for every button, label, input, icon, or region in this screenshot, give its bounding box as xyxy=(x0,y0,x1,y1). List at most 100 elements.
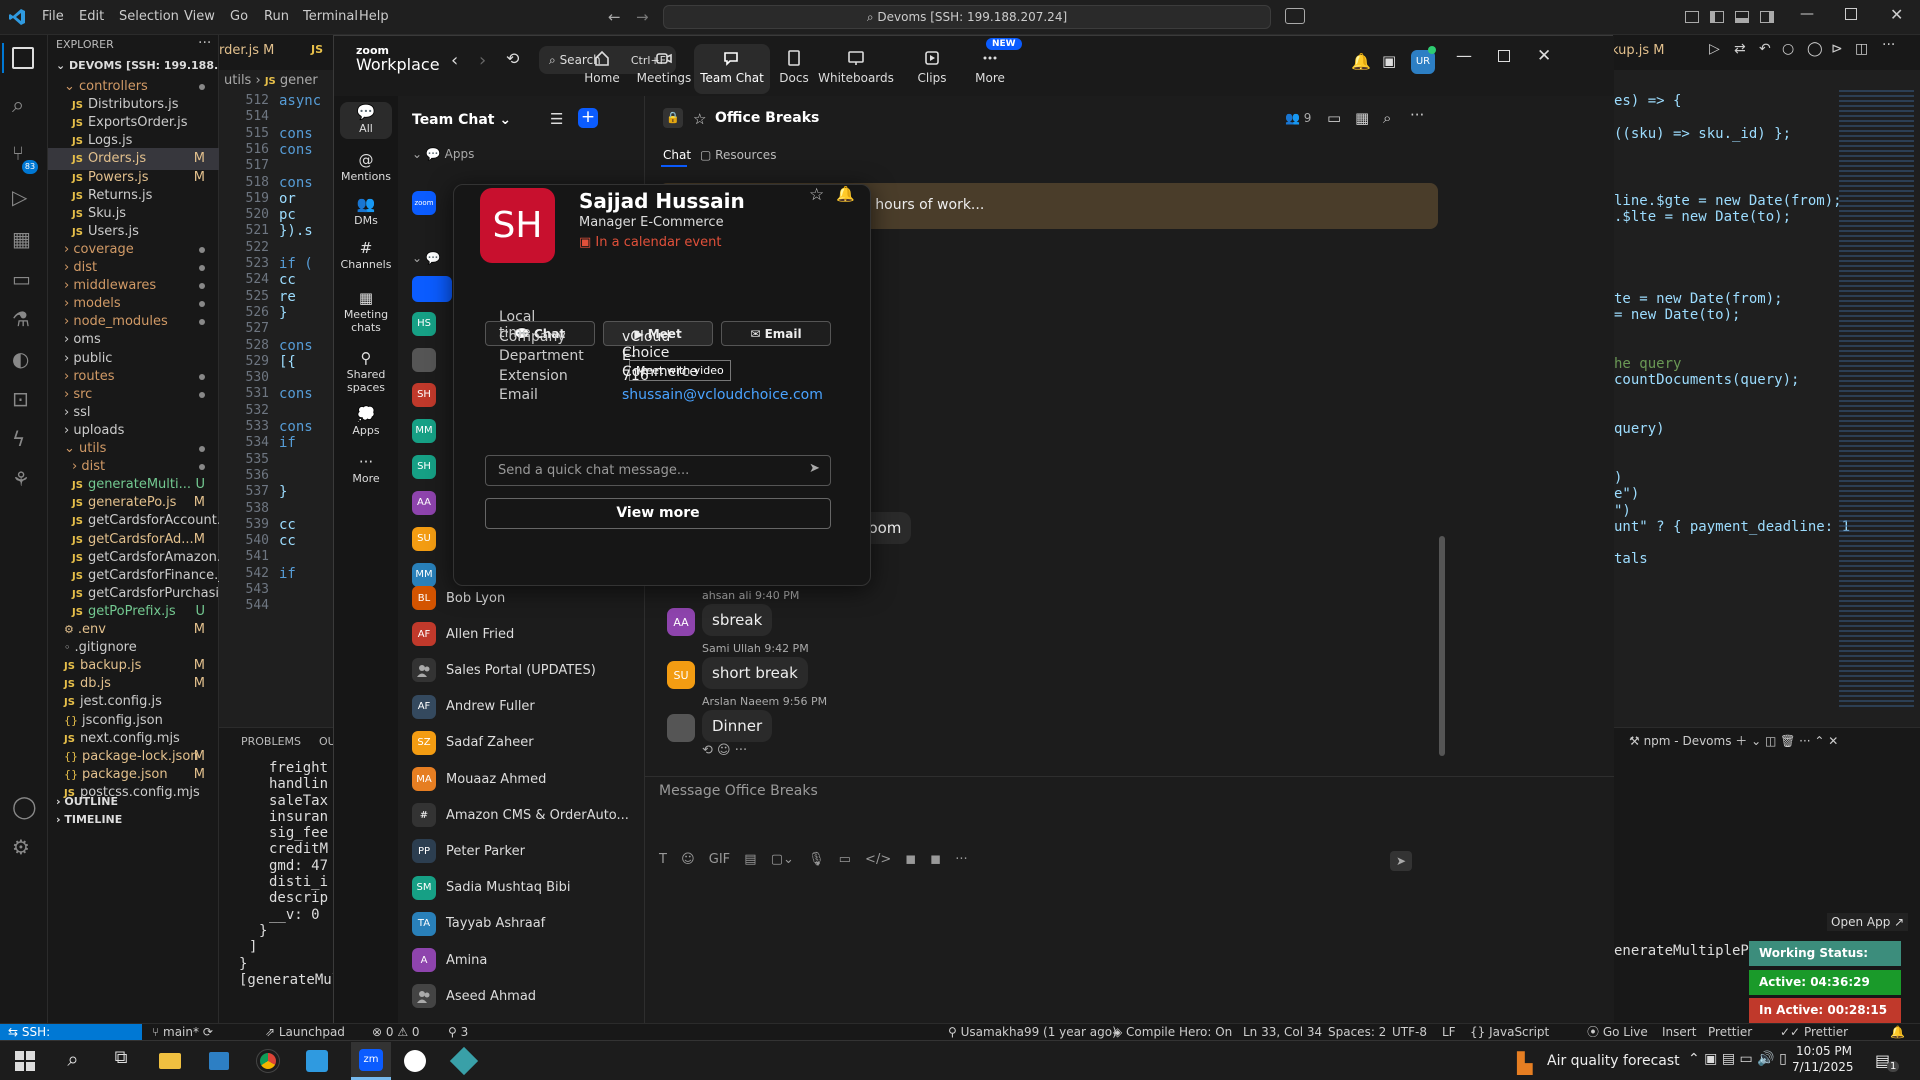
avatar[interactable]: HS xyxy=(412,312,436,336)
launchpad-button[interactable]: ⇗ Launchpad xyxy=(265,1024,345,1040)
channel-row[interactable]: A Amina xyxy=(412,943,487,977)
apps-section-header[interactable]: ⌄ 💬 Apps xyxy=(412,147,474,161)
editor-tab-right[interactable]: kup.js M xyxy=(1611,43,1665,58)
rail-more[interactable]: ··· More xyxy=(340,455,392,486)
close-window-button[interactable]: ✕ xyxy=(1890,5,1903,24)
app-icon[interactable] xyxy=(400,1047,430,1075)
sender-avatar[interactable]: AA xyxy=(667,608,695,636)
zoom-tab-meetings[interactable]: Meetings xyxy=(626,44,702,94)
minimize-button[interactable]: — xyxy=(1800,6,1814,22)
avatar[interactable]: SH xyxy=(412,455,436,479)
problems-indicator[interactable]: ⊗ 0 ⚠ 0 xyxy=(372,1024,420,1040)
sender-photo-avatar[interactable] xyxy=(667,714,695,742)
notifications-bell-icon[interactable]: 🔔 xyxy=(1890,1024,1905,1040)
search-icon[interactable]: ⌕ xyxy=(1383,109,1391,127)
insert-mode[interactable]: Insert xyxy=(1662,1024,1696,1040)
indentation[interactable]: Spaces: 2 xyxy=(1328,1024,1386,1040)
open-app-link[interactable]: Open App ↗ xyxy=(1827,913,1909,931)
prettier-status-2[interactable]: ✓✓ Prettier xyxy=(1780,1024,1848,1040)
selected-channel-highlight[interactable] xyxy=(412,276,452,302)
extensions-icon[interactable]: ▦ xyxy=(12,227,31,251)
message-bubble[interactable]: short break xyxy=(702,657,808,689)
notification-bell-icon[interactable]: 🔔 xyxy=(1351,52,1371,71)
rail-apps[interactable]: 💭 Apps xyxy=(340,407,392,438)
back-arrow-icon[interactable]: ← xyxy=(608,8,621,26)
next-change-icon[interactable]: ⊳ xyxy=(1831,41,1843,57)
chat-scrollbar[interactable] xyxy=(1439,536,1445,756)
channel-row[interactable]: SZ Sadaf Zaheer xyxy=(412,726,534,760)
composer-toolbar[interactable]: T ☺ GIF ▤ ▢⌄ 🎙 ▭ </> ◼ ◼ ··· xyxy=(659,852,968,867)
rail-dms[interactable]: 👥 DMs xyxy=(340,197,392,228)
channel-row[interactable]: Aseed Ahmad xyxy=(412,979,536,1013)
weather-text[interactable]: Air quality forecast xyxy=(1547,1053,1680,1069)
rail-meeting-chats[interactable]: ▦ Meeting chats xyxy=(340,291,392,335)
message-bubble[interactable]: sbreak xyxy=(702,604,773,636)
forward-nav-icon[interactable]: › xyxy=(479,50,486,71)
explorer-more-icon[interactable]: ··· xyxy=(198,35,211,51)
avatar[interactable]: SU xyxy=(412,527,436,551)
zoom-tab-whiteboards[interactable]: Whiteboards xyxy=(818,44,894,94)
menu-edit[interactable]: Edit xyxy=(79,9,104,24)
code-right-column[interactable]: es) => {((sku) => sku._id) }; line.$gte =… xyxy=(1614,93,1864,743)
resources-subtab[interactable]: ▢ Resources xyxy=(700,148,776,162)
run-icon[interactable]: ▷ xyxy=(1709,41,1720,57)
dm-section-header[interactable]: ⌄ 💬 xyxy=(412,251,441,265)
circle-icon[interactable]: ○ xyxy=(1782,41,1794,57)
branch-indicator[interactable]: ⑂ main* ⟳ xyxy=(152,1024,213,1040)
zoom-tab-more[interactable]: More xyxy=(952,44,1028,94)
channel-row[interactable]: TA Tayyab Ashraaf xyxy=(412,907,545,941)
view-more-button[interactable]: View more xyxy=(485,498,831,529)
split-editor-icon[interactable]: ◫ xyxy=(1855,41,1868,57)
forward-arrow-icon[interactable]: → xyxy=(636,8,649,26)
run-debug-icon[interactable]: ▷ xyxy=(12,185,27,209)
more-actions-icon[interactable]: ··· xyxy=(1882,37,1895,53)
prettier-status[interactable]: Prettier xyxy=(1708,1024,1752,1040)
calendar-icon[interactable]: ▦ xyxy=(1355,109,1369,127)
compile-hero[interactable]: ◈ Compile Hero: On xyxy=(1113,1024,1232,1040)
go-live-button[interactable]: ⦿ Go Live xyxy=(1587,1024,1648,1040)
menu-help[interactable]: Help xyxy=(359,9,389,24)
thunder-client-icon[interactable]: ϟ xyxy=(12,427,25,451)
python-icon[interactable]: ⚘ xyxy=(12,467,30,491)
compare-icon[interactable]: ⇄ xyxy=(1734,41,1746,57)
star-icon[interactable]: ☆ xyxy=(693,110,706,128)
video-call-icon[interactable]: ▭ xyxy=(1327,109,1341,127)
remote-explorer-icon[interactable]: ▭ xyxy=(12,267,31,291)
restore-button[interactable] xyxy=(1845,8,1857,20)
windows-start-icon[interactable] xyxy=(10,1047,40,1075)
editor-tab[interactable]: JS xyxy=(311,43,323,56)
toggle-panel-icon[interactable] xyxy=(1735,11,1749,23)
sender-avatar[interactable]: SU xyxy=(667,661,695,689)
breadcrumb-folder[interactable]: utils xyxy=(224,73,251,88)
task-view-icon[interactable]: ⧉ xyxy=(106,1047,136,1075)
avatar[interactable]: SH xyxy=(412,383,436,407)
cursor-position[interactable]: Ln 33, Col 34 xyxy=(1243,1024,1322,1040)
revert-icon[interactable]: ↶ xyxy=(1759,41,1771,57)
calendar-icon[interactable]: ▣ xyxy=(1382,52,1396,70)
search-icon[interactable]: ⌕ xyxy=(58,1047,88,1075)
menu-run[interactable]: Run xyxy=(264,9,289,24)
clock-date[interactable]: 7/11/2025 xyxy=(1792,1060,1854,1074)
avatar[interactable] xyxy=(412,348,436,372)
account-icon[interactable]: ◯ xyxy=(12,795,37,820)
minimap[interactable] xyxy=(1839,90,1914,710)
vscode-taskbar-icon[interactable] xyxy=(302,1047,332,1075)
problems-tab[interactable]: PROBLEMS xyxy=(241,735,301,748)
channel-row[interactable]: PP Peter Parker xyxy=(412,834,525,868)
language-mode[interactable]: {} JavaScript xyxy=(1470,1024,1549,1040)
remote-indicator[interactable]: ⇆ SSH: 199.188.207.24 xyxy=(0,1024,142,1055)
editor-tab[interactable]: rder.js M xyxy=(219,43,279,58)
timeline-section[interactable]: › TIMELINE xyxy=(48,813,219,831)
live-share-icon[interactable]: ◐ xyxy=(12,347,29,371)
search-icon[interactable]: ⌕ xyxy=(12,93,24,118)
system-tray[interactable]: ⌃ ▣ ▤ ▭ 🔊 ▯ xyxy=(1688,1051,1787,1067)
menu-selection[interactable]: Selection xyxy=(119,9,179,24)
line-ending[interactable]: LF xyxy=(1442,1024,1456,1040)
profile-field-value[interactable]: shussain@vcloudchoice.com xyxy=(622,387,823,403)
favorite-star-icon[interactable]: ☆ xyxy=(809,185,824,205)
app-icon-teal[interactable] xyxy=(449,1046,479,1076)
zoom-maximize-button[interactable] xyxy=(1498,50,1510,62)
email-button[interactable]: ✉ Email xyxy=(721,321,831,346)
send-button[interactable]: ➤ xyxy=(1390,851,1412,871)
zoom-taskbar-icon[interactable]: zm xyxy=(351,1042,391,1080)
